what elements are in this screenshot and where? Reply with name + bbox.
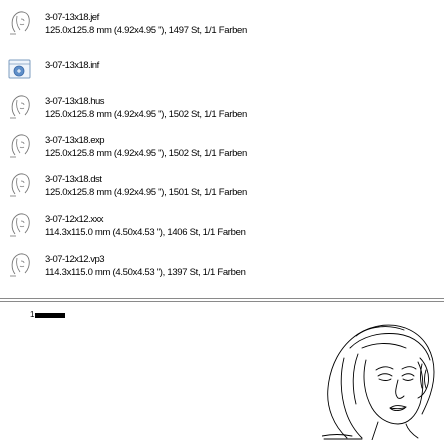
file-name: 3-07-13x18.exp: [45, 135, 105, 146]
embroidery-thumbnail-icon: [10, 173, 30, 197]
file-info: 125.0x125.8 mm (4.92x4.95 "), 1501 St, 1…: [45, 187, 248, 198]
file-info: 114.3x115.0 mm (4.50x4.53 "), 1397 St, 1…: [45, 267, 246, 278]
divider: [0, 301, 444, 302]
info-file-icon: [8, 59, 31, 79]
file-item-vp3[interactable]: 3-07-12x12.vp3 114.3x115.0 mm (4.50x4.53…: [0, 248, 444, 286]
file-info: 125.0x125.8 mm (4.92x4.95 "), 1502 St, 1…: [45, 109, 248, 120]
file-item-hus[interactable]: 3-07-13x18.hus 125.0x125.8 mm (4.92x4.95…: [0, 90, 444, 128]
file-name: 3-07-12x12.xxx: [45, 214, 103, 225]
embroidery-thumbnail-icon: [10, 11, 30, 35]
file-item-xxx[interactable]: 3-07-12x12.xxx 114.3x115.0 mm (4.50x4.53…: [0, 208, 444, 246]
file-name: 3-07-13x18.dst: [45, 174, 102, 185]
file-info: 125.0x125.8 mm (4.92x4.95 "), 1502 St, 1…: [45, 148, 248, 159]
file-name: 3-07-12x12.vp3: [45, 254, 105, 265]
file-name: 3-07-13x18.hus: [45, 96, 105, 107]
file-item-inf[interactable]: 3-07-13x18.inf: [0, 53, 444, 91]
file-item-exp[interactable]: 3-07-13x18.exp 125.0x125.8 mm (4.92x4.95…: [0, 129, 444, 167]
file-info: 114.3x115.0 mm (4.50x4.53 "), 1406 St, 1…: [45, 227, 246, 238]
embroidery-thumbnail-icon: [10, 95, 30, 119]
file-list: 3-07-13x18.jef 125.0x125.8 mm (4.92x4.95…: [0, 0, 444, 296]
embroidery-thumbnail-icon: [10, 134, 30, 158]
embroidery-thumbnail-icon: [10, 253, 30, 277]
embroidery-thumbnail-icon: [10, 213, 30, 237]
file-item-dst[interactable]: 3-07-13x18.dst 125.0x125.8 mm (4.92x4.95…: [0, 168, 444, 206]
file-name: 3-07-13x18.inf: [45, 60, 99, 71]
file-info: 125.0x125.8 mm (4.92x4.95 "), 1497 St, 1…: [45, 25, 248, 36]
color-step-number: 1: [30, 310, 35, 319]
color-sequence-indicator: 1: [30, 310, 66, 319]
divider: [0, 298, 444, 299]
file-name: 3-07-13x18.jef: [45, 12, 99, 23]
design-preview-image: [322, 324, 435, 440]
file-item-jef[interactable]: 3-07-13x18.jef 125.0x125.8 mm (4.92x4.95…: [0, 6, 444, 44]
color-swatch-bar: [35, 312, 66, 318]
